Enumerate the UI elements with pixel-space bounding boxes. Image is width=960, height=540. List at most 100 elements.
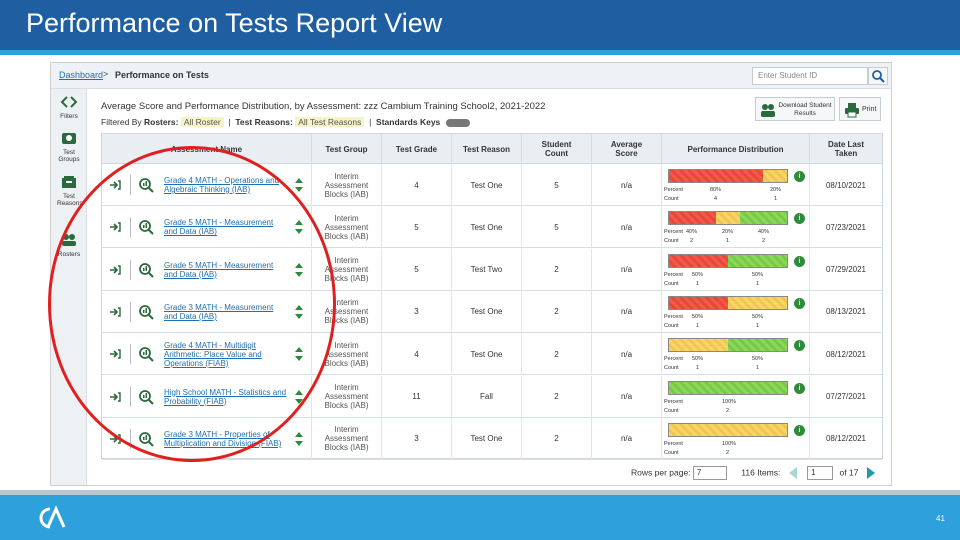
student-count-cell: 5 <box>522 206 592 249</box>
col-date-last-taken[interactable]: Date Last Taken <box>810 134 882 164</box>
count-label: Count <box>664 365 679 372</box>
slide-title-bar: Performance on Tests Report View <box>0 0 960 50</box>
date-last-taken-cell: 08/12/2021 <box>825 434 867 444</box>
slide-number: 41 <box>936 514 945 523</box>
rows-per-page-label: Rows per page: <box>631 467 691 478</box>
sidebar-item-filters[interactable]: Filters <box>51 95 87 120</box>
sort-arrows-icon[interactable] <box>294 431 304 447</box>
percent-label: Percent <box>664 440 683 447</box>
distribution-segment-yellow <box>763 170 787 182</box>
info-icon[interactable]: i <box>794 424 805 436</box>
filtered-by-label: Filtered By <box>101 117 142 127</box>
page-number-input[interactable]: 1 <box>807 466 834 480</box>
distribution-segment-yellow <box>669 339 728 352</box>
segment-percent: 50% <box>752 271 764 278</box>
info-icon[interactable]: i <box>794 297 805 309</box>
distribution-segment-green <box>669 381 787 394</box>
percent-label: Percent <box>664 271 683 278</box>
sidebar-label: Test Reasons <box>57 193 83 207</box>
header-label: Test Reason <box>463 144 510 154</box>
sidebar-label: Test Groups <box>58 149 80 163</box>
download-student-results-button[interactable]: Download Student Results <box>755 97 835 121</box>
reasons-label: Test Reasons: <box>235 117 293 127</box>
percent-label: Percent <box>664 187 683 193</box>
segment-count: 1 <box>696 322 700 329</box>
date-last-taken-cell: 08/13/2021 <box>825 307 867 317</box>
col-test-group[interactable]: Test Group <box>312 134 382 164</box>
distribution-segment-red <box>669 212 717 225</box>
info-icon[interactable]: i <box>794 382 805 394</box>
test-reason-cell: Test One <box>452 417 522 460</box>
col-test-reason[interactable]: Test Reason <box>452 134 522 164</box>
count-label: Count <box>664 196 679 202</box>
search-button[interactable] <box>868 67 888 85</box>
count-label: Count <box>664 280 679 287</box>
sort-arrows-icon[interactable] <box>294 177 304 193</box>
percent-label: Percent <box>664 398 683 405</box>
student-id-input[interactable]: Enter Student ID <box>752 67 868 85</box>
performance-distribution-cell: Percent Count 100% 2 i <box>662 417 810 460</box>
info-icon[interactable]: i <box>794 171 805 182</box>
segment-percent: 40% <box>686 229 698 236</box>
test-grade-cell: 4 <box>382 164 452 206</box>
segment-percent: 20% <box>722 229 734 236</box>
annotation-ellipse <box>48 146 336 462</box>
sidebar-item-test-groups[interactable]: Test Groups <box>51 131 87 163</box>
header-label: Test Group <box>325 144 368 154</box>
breadcrumb-dashboard-link[interactable]: Dashboard <box>59 70 103 80</box>
header-label: Test Grade <box>395 144 438 154</box>
page-of-label: of 17 <box>839 467 859 478</box>
col-student-count[interactable]: Student Count <box>522 134 592 164</box>
rosters-value[interactable]: All Roster <box>180 117 224 127</box>
col-average-score[interactable]: Average Score <box>592 134 662 164</box>
performance-distribution-cell: Percent Count 80% 4 20% 1 i <box>662 164 810 206</box>
test-grade-cell: 3 <box>382 417 452 460</box>
top-nav: Dashboard > Performance on Tests Enter S… <box>51 63 891 89</box>
col-test-grade[interactable]: Test Grade <box>382 134 452 164</box>
segment-count: 2 <box>726 449 730 456</box>
distribution-bar <box>668 295 788 310</box>
reasons-value[interactable]: All Test Reasons <box>295 117 365 127</box>
performance-distribution-cell: Percent Count 50% 1 50% 1 i <box>662 333 810 376</box>
next-page-icon[interactable] <box>866 467 875 479</box>
distribution-segment-yellow <box>669 423 787 436</box>
date-last-taken-cell: 08/12/2021 <box>825 349 867 359</box>
average-score-cell: n/a <box>592 290 662 333</box>
segment-count: 1 <box>756 280 760 287</box>
prev-page-icon[interactable] <box>788 467 797 479</box>
test-grade-cell: 5 <box>382 248 452 291</box>
rows-per-page-input[interactable]: 7 <box>692 466 727 480</box>
print-label: Print <box>862 106 877 113</box>
standards-keys-label: Standards Keys <box>376 117 441 127</box>
segment-percent: 100% <box>722 440 737 447</box>
download-users-icon <box>761 104 775 117</box>
segment-percent: 50% <box>752 356 764 363</box>
search-icon <box>872 70 885 83</box>
distribution-bar <box>668 338 788 353</box>
info-icon[interactable]: i <box>794 340 805 352</box>
segment-count: 1 <box>696 280 700 287</box>
student-count-cell: 2 <box>522 248 592 291</box>
distribution-segment-yellow <box>716 212 740 225</box>
info-icon[interactable]: i <box>794 213 805 225</box>
performance-distribution-cell: Percent Count 100% 2 i <box>662 375 810 418</box>
performance-distribution-cell: Percent Count 40% 2 20% 1 40% 2 i <box>662 206 810 249</box>
segment-percent: 20% <box>770 187 782 193</box>
segment-count: 2 <box>690 238 694 245</box>
pager: Rows per page: 7 116 Items: 1 of 17 <box>631 466 875 480</box>
average-score-cell: n/a <box>592 333 662 376</box>
header-label: Performance Distribution <box>687 144 784 154</box>
segment-count: 1 <box>774 196 778 202</box>
count-label: Count <box>664 238 679 245</box>
info-icon[interactable]: i <box>794 255 805 267</box>
average-score-cell: n/a <box>592 248 662 291</box>
count-label: Count <box>664 449 679 456</box>
distribution-bar <box>668 253 788 268</box>
standards-keys-toggle[interactable] <box>445 118 470 127</box>
segment-percent: 100% <box>722 398 737 405</box>
print-button[interactable]: Print <box>839 97 881 121</box>
header-label: Student Count <box>541 140 572 158</box>
test-group-cell: Interim Assessment Blocks (IAB) <box>312 417 382 460</box>
slide-title: Performance on Tests Report View <box>26 8 443 38</box>
segment-count: 1 <box>726 238 730 245</box>
